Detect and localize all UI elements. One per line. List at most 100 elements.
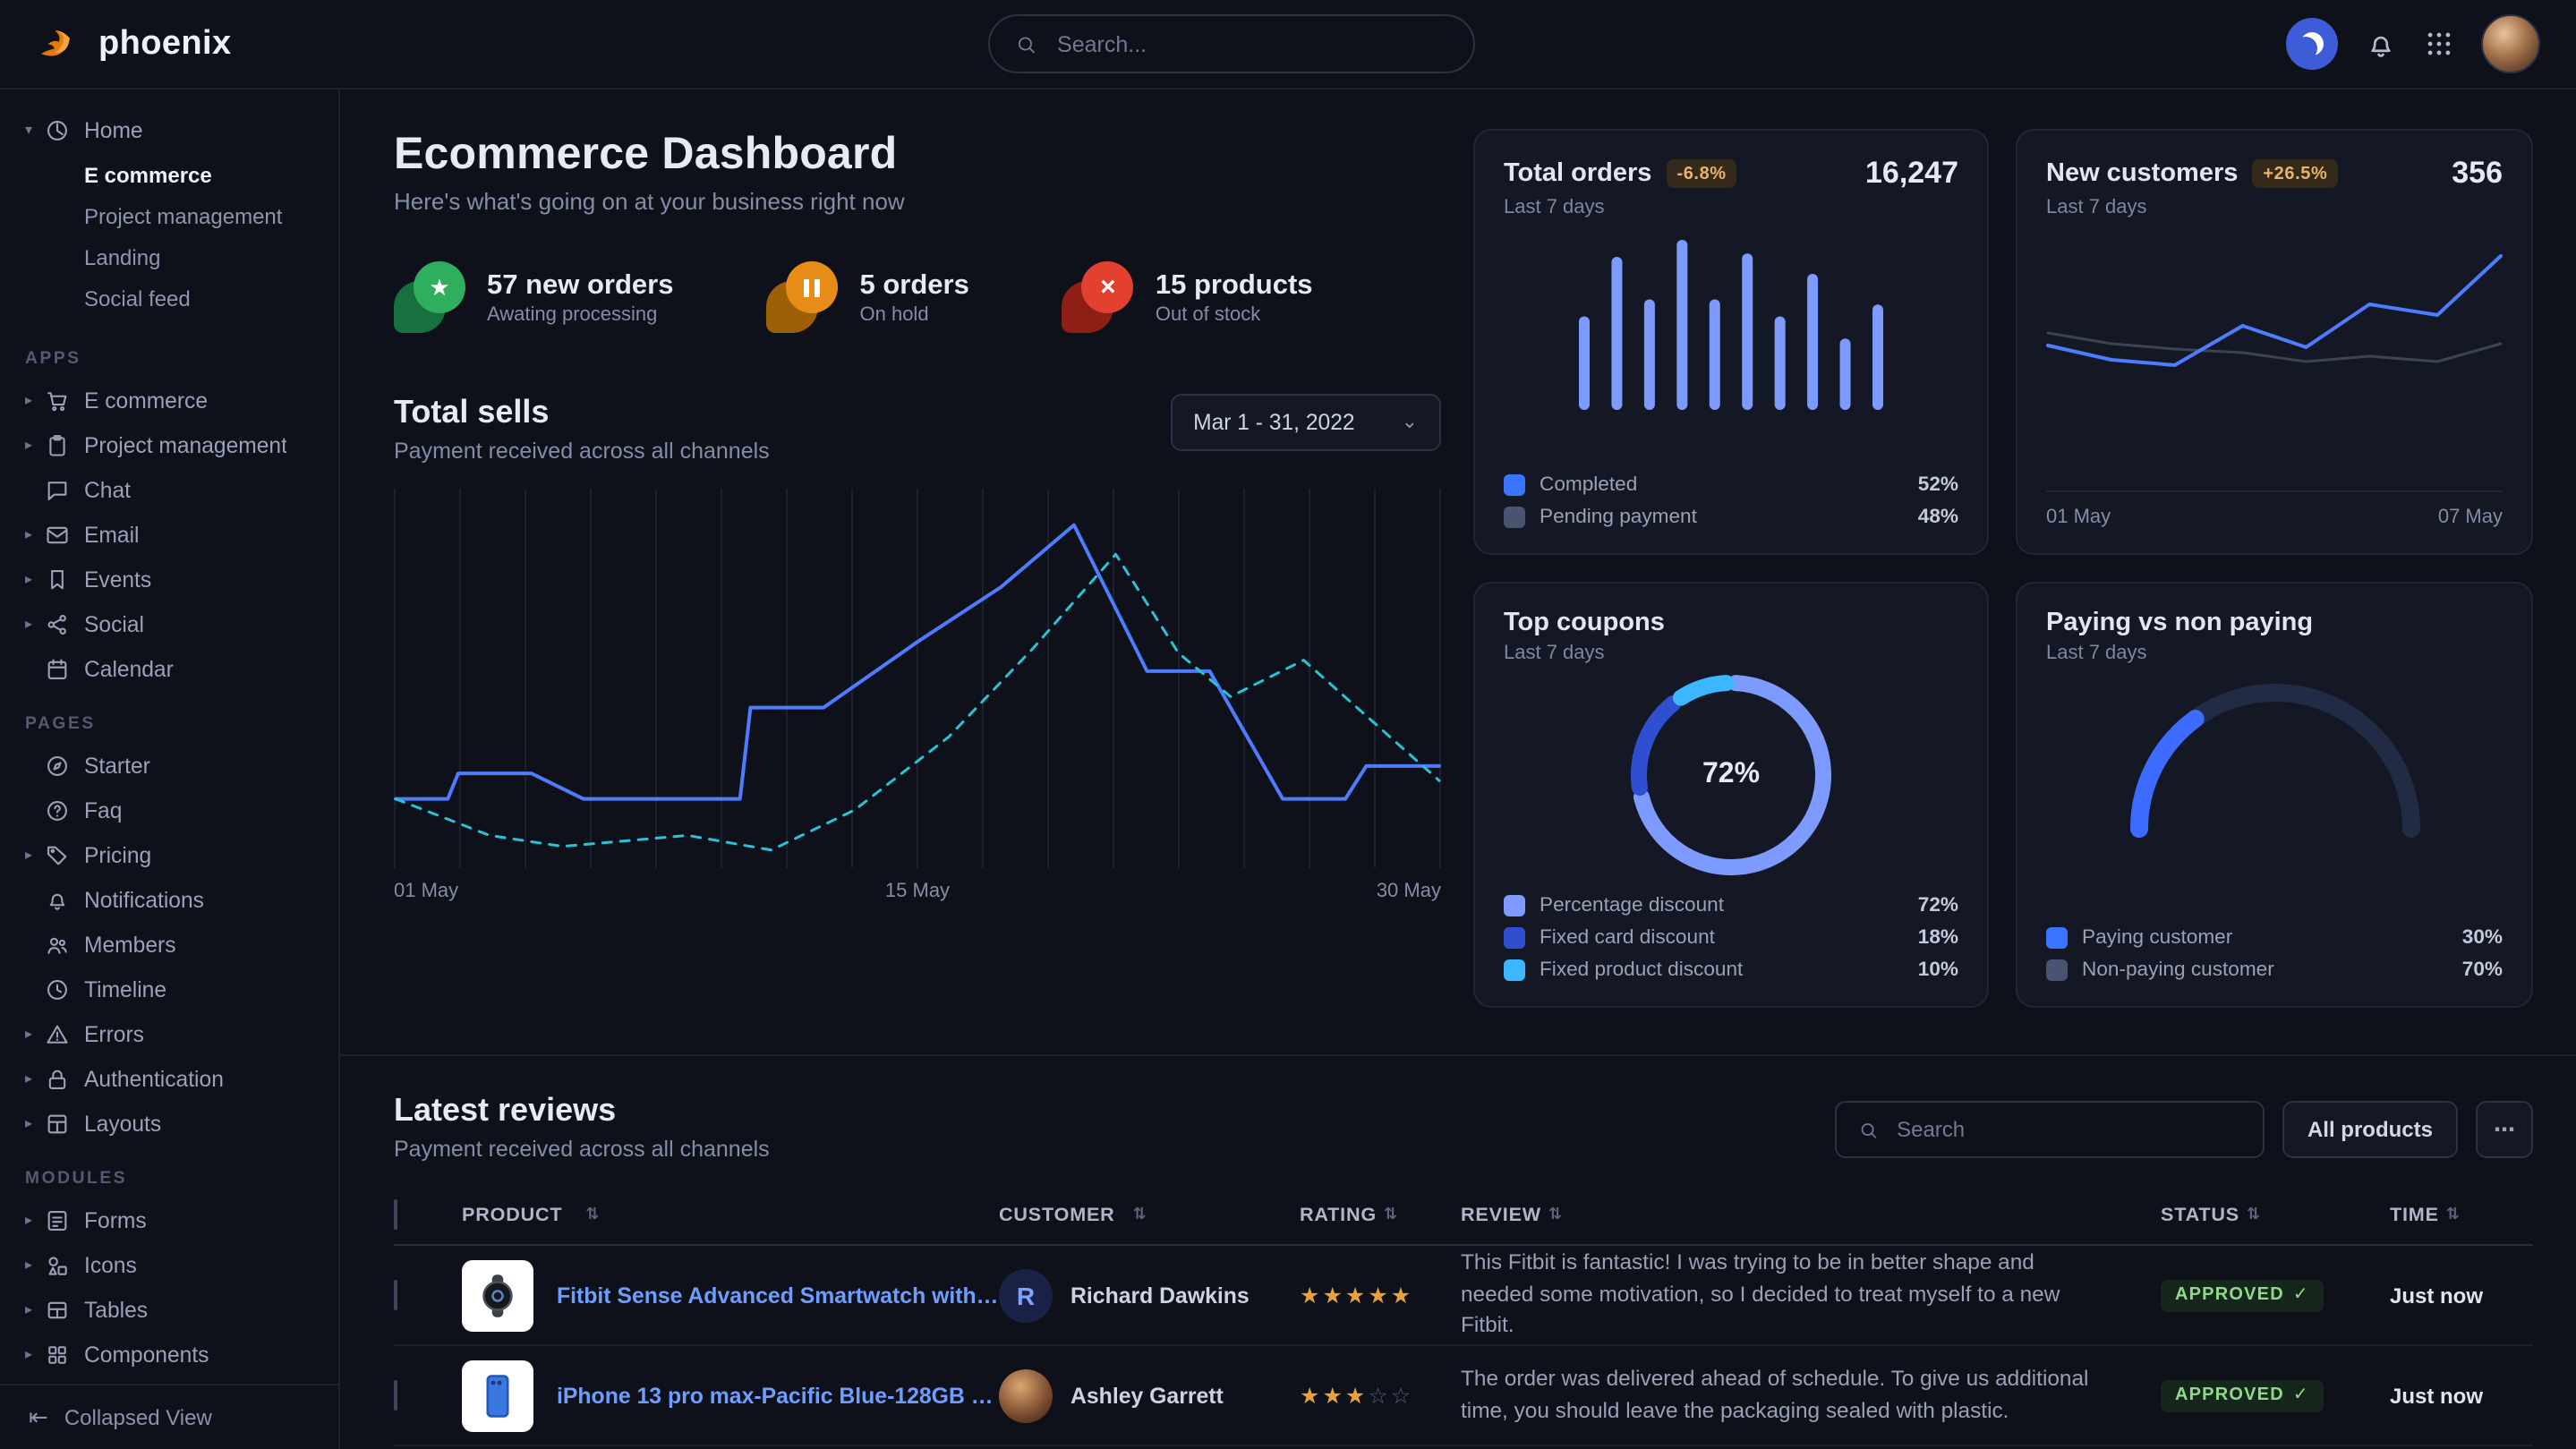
page-subtitle: Here's what's going on at your business …: [394, 188, 1441, 215]
reviews-table-header: PRODUCT⇅ CUSTOMER⇅ RATING⇅ REVIEW⇅ STATU…: [394, 1190, 2533, 1246]
sidebar-item-layouts[interactable]: ▸ Layouts: [0, 1101, 338, 1146]
legend-item: Fixed card discount18%: [1504, 927, 1958, 949]
column-header-status[interactable]: STATUS⇅: [2161, 1204, 2390, 1225]
row-checkbox[interactable]: [394, 1280, 397, 1310]
sidebar-item-authentication[interactable]: ▸ Authentication: [0, 1056, 338, 1101]
reviews-toolbar: All products ⋯: [1835, 1101, 2533, 1158]
caret-down-icon: ▾: [25, 122, 45, 138]
dashboard-overview: Ecommerce Dashboard Here's what's going …: [394, 129, 1441, 1008]
sidebar-item-starter[interactable]: Starter: [0, 743, 338, 788]
stat-out-of-stock: × 15 productsOut of stock: [1062, 261, 1313, 333]
sort-icon: ⇅: [585, 1205, 600, 1224]
product-link[interactable]: Fitbit Sense Advanced Smartwatch with To…: [557, 1283, 999, 1308]
global-search-input[interactable]: [1053, 30, 1448, 58]
legend-item: Non-paying customer70%: [2046, 959, 2503, 981]
sidebar-item-calendar[interactable]: Calendar: [0, 646, 338, 691]
sort-icon: ⇅: [1548, 1205, 1563, 1224]
caret-right-icon: ▸: [25, 437, 45, 453]
global-search[interactable]: [988, 14, 1475, 73]
reviews-search[interactable]: [1835, 1101, 2265, 1158]
sidebar-item-email[interactable]: ▸ Email: [0, 512, 338, 557]
main-content: Ecommerce Dashboard Here's what's going …: [340, 89, 2576, 1449]
caret-right-icon: ▸: [25, 1115, 45, 1131]
status-badge: APPROVED✓: [2161, 1380, 2324, 1412]
sidebar: ▾ Home E commerce Project management Lan…: [0, 89, 340, 1449]
column-header-customer[interactable]: CUSTOMER⇅: [999, 1204, 1300, 1225]
total-orders-value: 16,247: [1865, 156, 1958, 192]
column-header-review[interactable]: REVIEW⇅: [1461, 1204, 2161, 1225]
rating-stars: ★★★★★: [1300, 1282, 1461, 1308]
sidebar-item-ecommerce-app[interactable]: ▸ E commerce: [0, 378, 338, 422]
sidebar-item-components[interactable]: ▸ Components: [0, 1332, 338, 1377]
brand-logo[interactable]: phoenix: [36, 21, 232, 67]
sidebar-item-icons[interactable]: ▸ Icons: [0, 1242, 338, 1287]
select-all-checkbox[interactable]: [394, 1199, 397, 1230]
notifications-button[interactable]: [2365, 28, 2397, 60]
column-header-rating[interactable]: RATING⇅: [1300, 1204, 1461, 1225]
new-customers-line-chart: [2046, 240, 2503, 433]
date-range-select[interactable]: Mar 1 - 31, 2022 ⌄: [1170, 394, 1441, 451]
reviews-search-input[interactable]: [1893, 1115, 2241, 1144]
lock-icon: [45, 1066, 70, 1091]
new-customers-x-axis: 01 May 07 May: [2046, 490, 2503, 528]
collapse-icon: ⇤: [29, 1402, 48, 1431]
customer-name: Ashley Garrett: [1070, 1383, 1224, 1408]
sort-icon: ⇅: [1384, 1205, 1398, 1224]
brand-name: phoenix: [98, 24, 232, 64]
sidebar-item-pricing[interactable]: ▸ Pricing: [0, 832, 338, 877]
cart-icon: [45, 388, 70, 413]
alert-icon: [45, 1021, 70, 1046]
sidebar-item-forms[interactable]: ▸ Forms: [0, 1198, 338, 1242]
sidebar-item-faq[interactable]: Faq: [0, 788, 338, 832]
apps-grid-button[interactable]: [2424, 29, 2454, 59]
legend-item: Pending payment48%: [1504, 507, 1958, 528]
column-header-product[interactable]: PRODUCT⇅: [462, 1204, 999, 1225]
sidebar-item-timeline[interactable]: Timeline: [0, 967, 338, 1011]
sort-icon: ⇅: [2247, 1205, 2261, 1224]
collapsed-view-toggle[interactable]: ⇤ Collapsed View: [0, 1383, 338, 1449]
paying-gauge-chart: [2113, 678, 2435, 843]
sidebar-item-members[interactable]: Members: [0, 922, 338, 967]
search-icon: [1015, 31, 1037, 56]
sidebar-item-tables[interactable]: ▸ Tables: [0, 1287, 338, 1332]
users-icon: [45, 932, 70, 957]
caret-right-icon: ▸: [25, 847, 45, 863]
table-icon: [45, 1297, 70, 1322]
theme-toggle-button[interactable]: [2286, 18, 2338, 70]
check-icon: ✓: [2293, 1286, 2309, 1306]
customer-avatar: [999, 1368, 1053, 1422]
row-checkbox[interactable]: [394, 1380, 397, 1411]
new-customers-card: New customers +26.5% 356 Last 7 days 01 …: [2016, 129, 2533, 555]
sidebar-item-home[interactable]: ▾ Home: [0, 107, 338, 152]
column-header-time[interactable]: TIME⇅: [2390, 1204, 2533, 1225]
more-options-button[interactable]: ⋯: [2476, 1101, 2533, 1158]
sidebar-item-social-feed[interactable]: Social feed: [0, 277, 338, 319]
caret-right-icon: ▸: [25, 1257, 45, 1273]
sidebar-item-project-management-app[interactable]: ▸ Project management: [0, 422, 338, 467]
chat-icon: [45, 477, 70, 502]
sidebar-item-events[interactable]: ▸ Events: [0, 557, 338, 601]
pause-badge-icon: [767, 261, 839, 333]
all-products-filter-button[interactable]: All products: [2282, 1101, 2458, 1158]
sidebar-item-social[interactable]: ▸ Social: [0, 601, 338, 646]
review-time: Just now: [2390, 1384, 2483, 1409]
sidebar-item-chat[interactable]: Chat: [0, 467, 338, 512]
sidebar-item-ecommerce-dashboard[interactable]: E commerce: [0, 154, 338, 195]
new-customers-badge: +26.5%: [2252, 159, 2338, 188]
product-link[interactable]: iPhone 13 pro max-Pacific Blue-128GB sto…: [557, 1383, 999, 1408]
caret-right-icon: ▸: [25, 1346, 45, 1362]
clipboard-icon: [45, 432, 70, 457]
sidebar-item-errors[interactable]: ▸ Errors: [0, 1011, 338, 1056]
form-icon: [45, 1207, 70, 1232]
sidebar-section-modules: MODULES: [25, 1169, 313, 1189]
sidebar-item-notifications[interactable]: Notifications: [0, 877, 338, 922]
sidebar-item-landing[interactable]: Landing: [0, 236, 338, 277]
user-avatar[interactable]: [2481, 14, 2540, 73]
clock-icon: [45, 976, 70, 1002]
product-thumbnail-watch: [462, 1259, 533, 1331]
sidebar-item-project-management-dashboard[interactable]: Project management: [0, 195, 338, 236]
top-navbar: phoenix: [0, 0, 2576, 89]
check-icon: ✓: [2293, 1386, 2309, 1406]
latest-reviews-subtitle: Payment received across all channels: [394, 1137, 770, 1162]
total-orders-bar-chart: [1579, 240, 1883, 410]
